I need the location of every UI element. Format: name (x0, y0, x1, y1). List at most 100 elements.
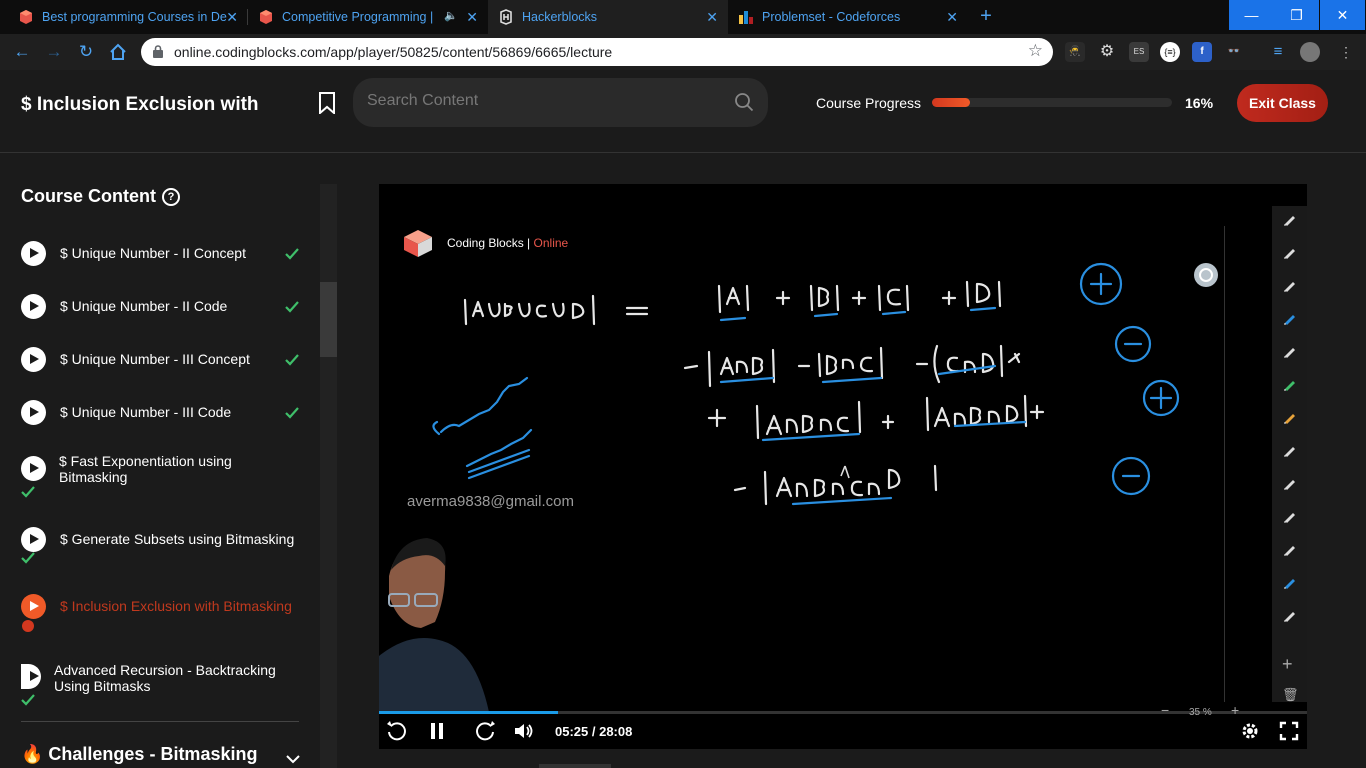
minimize-button[interactable]: — (1229, 0, 1274, 30)
browser-tab-3[interactable]: Hackerblocks ✕ (488, 0, 728, 34)
play-icon[interactable] (21, 241, 46, 266)
course-progress-percent: 16% (1185, 95, 1214, 111)
spy-extension-icon[interactable]: 👓 (1224, 42, 1244, 62)
video-time: 05:25 / 28:08 (555, 724, 633, 739)
lecture-item[interactable]: $ Unique Number - II Code (21, 294, 301, 320)
lecture-item-current[interactable]: $ Inclusion Exclusion with Bitmasking (21, 594, 301, 634)
pen-tool-icon[interactable] (1283, 443, 1297, 457)
lecture-label: $ Inclusion Exclusion with Bitmasking (60, 598, 292, 614)
pen-tool-icon[interactable] (1283, 278, 1297, 292)
back-arrow-icon[interactable]: ← (12, 42, 32, 62)
lecture-item[interactable]: $ Unique Number - III Concept (21, 347, 301, 373)
play-icon[interactable] (21, 594, 46, 619)
lecture-item[interactable]: $ Fast Exponentiation using Bitmasking (21, 453, 301, 500)
sidebar-scrollbar[interactable] (320, 184, 337, 768)
rewind-icon[interactable] (385, 720, 407, 742)
pen-tool-icon[interactable] (1283, 377, 1297, 391)
restore-button[interactable]: ❐ (1274, 0, 1319, 30)
volume-icon[interactable] (513, 720, 535, 742)
bookmark-star-icon[interactable]: ☆ (1028, 41, 1043, 61)
close-tab-icon[interactable]: ✕ (226, 9, 238, 26)
browser-tab-4[interactable]: Problemset - Codeforces ✕ (728, 0, 968, 34)
pen-tool-icon[interactable] (1283, 311, 1297, 325)
json-extension-icon[interactable]: {≡} (1160, 42, 1180, 62)
course-content-heading: Course Content ? (21, 186, 180, 207)
pen-tool-icon[interactable] (1283, 344, 1297, 358)
close-tab-icon[interactable]: ✕ (946, 9, 958, 26)
close-tab-icon[interactable]: ✕ (466, 9, 478, 26)
lecture-item[interactable]: $ Generate Subsets using Bitmasking (21, 527, 301, 565)
in-progress-dot (22, 620, 34, 632)
fullscreen-icon[interactable] (1278, 720, 1300, 742)
lock-icon (153, 45, 163, 58)
gear-extension-icon[interactable]: ⚙ (1097, 42, 1117, 62)
address-bar[interactable]: online.codingblocks.com/app/player/50825… (141, 38, 1053, 66)
lecture-item[interactable]: $ Unique Number - II Concept (21, 241, 301, 267)
pen-tool-icon[interactable] (1283, 410, 1297, 424)
bottom-handle (539, 764, 611, 768)
lecture-label: $ Fast Exponentiation using Bitmasking (59, 453, 232, 485)
es-extension-icon[interactable]: ES (1129, 42, 1149, 62)
browser-tab-1[interactable]: Best programming Courses in De ✕ (8, 0, 248, 34)
play-icon[interactable] (21, 664, 41, 689)
tab-title: Problemset - Codeforces (762, 10, 901, 24)
sidebar-scroll-thumb[interactable] (320, 282, 337, 357)
hackerblocks-icon (500, 9, 512, 25)
settings-gear-icon[interactable] (1239, 720, 1261, 742)
add-page-icon[interactable]: + (1282, 654, 1293, 675)
help-icon[interactable]: ? (162, 187, 180, 206)
user-email-watermark: averma9838@gmail.com (407, 493, 574, 510)
lecture-item[interactable]: Advanced Recursion - Backtracking Using … (21, 662, 301, 706)
course-progress-fill (932, 98, 971, 107)
trash-icon[interactable]: 🗑 (1282, 687, 1299, 703)
lecture-item[interactable]: $ Unique Number - III Code (21, 400, 301, 426)
pen-tool-icon[interactable] (1283, 542, 1297, 556)
close-tab-icon[interactable]: ✕ (706, 9, 718, 26)
ninja-extension-icon[interactable]: 🥷 (1065, 42, 1085, 62)
video-controls: 05:25 / 28:08 (379, 714, 1307, 749)
video-frame: Coding Blocks | Online (379, 226, 1225, 702)
pen-tool-icon[interactable] (1283, 476, 1297, 490)
lecture-label: $ Unique Number - II Concept (60, 245, 246, 261)
tab-title: Hackerblocks (522, 10, 598, 24)
pause-icon[interactable] (426, 720, 448, 742)
browser-toolbar: ← → ↻ online.codingblocks.com/app/player… (0, 34, 1366, 70)
play-icon[interactable] (21, 294, 46, 319)
reload-icon[interactable]: ↻ (76, 42, 96, 62)
whiteboard-handwriting (432, 262, 1218, 506)
course-content-title: Course Content (21, 186, 156, 206)
menu-icon[interactable]: ⋮ (1336, 42, 1356, 62)
pen-tool-icon[interactable] (1283, 509, 1297, 523)
browser-tab-2[interactable]: Competitive Programming | 🔈 ✕ (248, 0, 488, 34)
profile-avatar[interactable] (1300, 42, 1320, 62)
close-window-button[interactable]: ✕ (1320, 0, 1365, 30)
whiteboard-toolbar: + 🗑 (1272, 206, 1307, 702)
lecture-label: $ Unique Number - III Concept (60, 351, 250, 367)
browser-tab-bar: Best programming Courses in De ✕ Competi… (0, 0, 1366, 34)
facebook-extension-icon[interactable]: f (1192, 42, 1212, 62)
search-icon[interactable] (734, 92, 754, 112)
bookmark-icon[interactable] (318, 92, 336, 114)
exit-class-button[interactable]: Exit Class (1237, 84, 1328, 122)
home-icon[interactable] (108, 42, 128, 62)
pen-tool-icon[interactable] (1283, 212, 1297, 226)
play-icon[interactable] (21, 527, 46, 552)
forward-arrow-icon[interactable]: → (44, 42, 64, 62)
codeforces-icon (739, 11, 753, 24)
play-icon[interactable] (21, 456, 46, 481)
new-tab-button[interactable]: + (975, 6, 997, 28)
play-icon[interactable] (21, 400, 46, 425)
speaker-muted-icon[interactable]: 🔈 (444, 9, 458, 22)
play-icon[interactable] (21, 347, 46, 372)
chevron-down-icon[interactable] (286, 754, 300, 764)
course-progress-bar (932, 98, 1172, 107)
video-player[interactable]: Coding Blocks | Online + 🗑 averma9838@gm… (379, 184, 1307, 749)
media-queue-icon[interactable]: ≡ (1268, 42, 1288, 62)
forward-icon[interactable] (475, 720, 497, 742)
section-title[interactable]: 🔥 Challenges - Bitmasking (21, 744, 257, 765)
pen-tool-icon[interactable] (1283, 575, 1297, 589)
search-box (353, 78, 768, 127)
pen-tool-icon[interactable] (1283, 245, 1297, 259)
search-input[interactable] (367, 92, 707, 110)
pen-tool-icon[interactable] (1283, 608, 1297, 622)
